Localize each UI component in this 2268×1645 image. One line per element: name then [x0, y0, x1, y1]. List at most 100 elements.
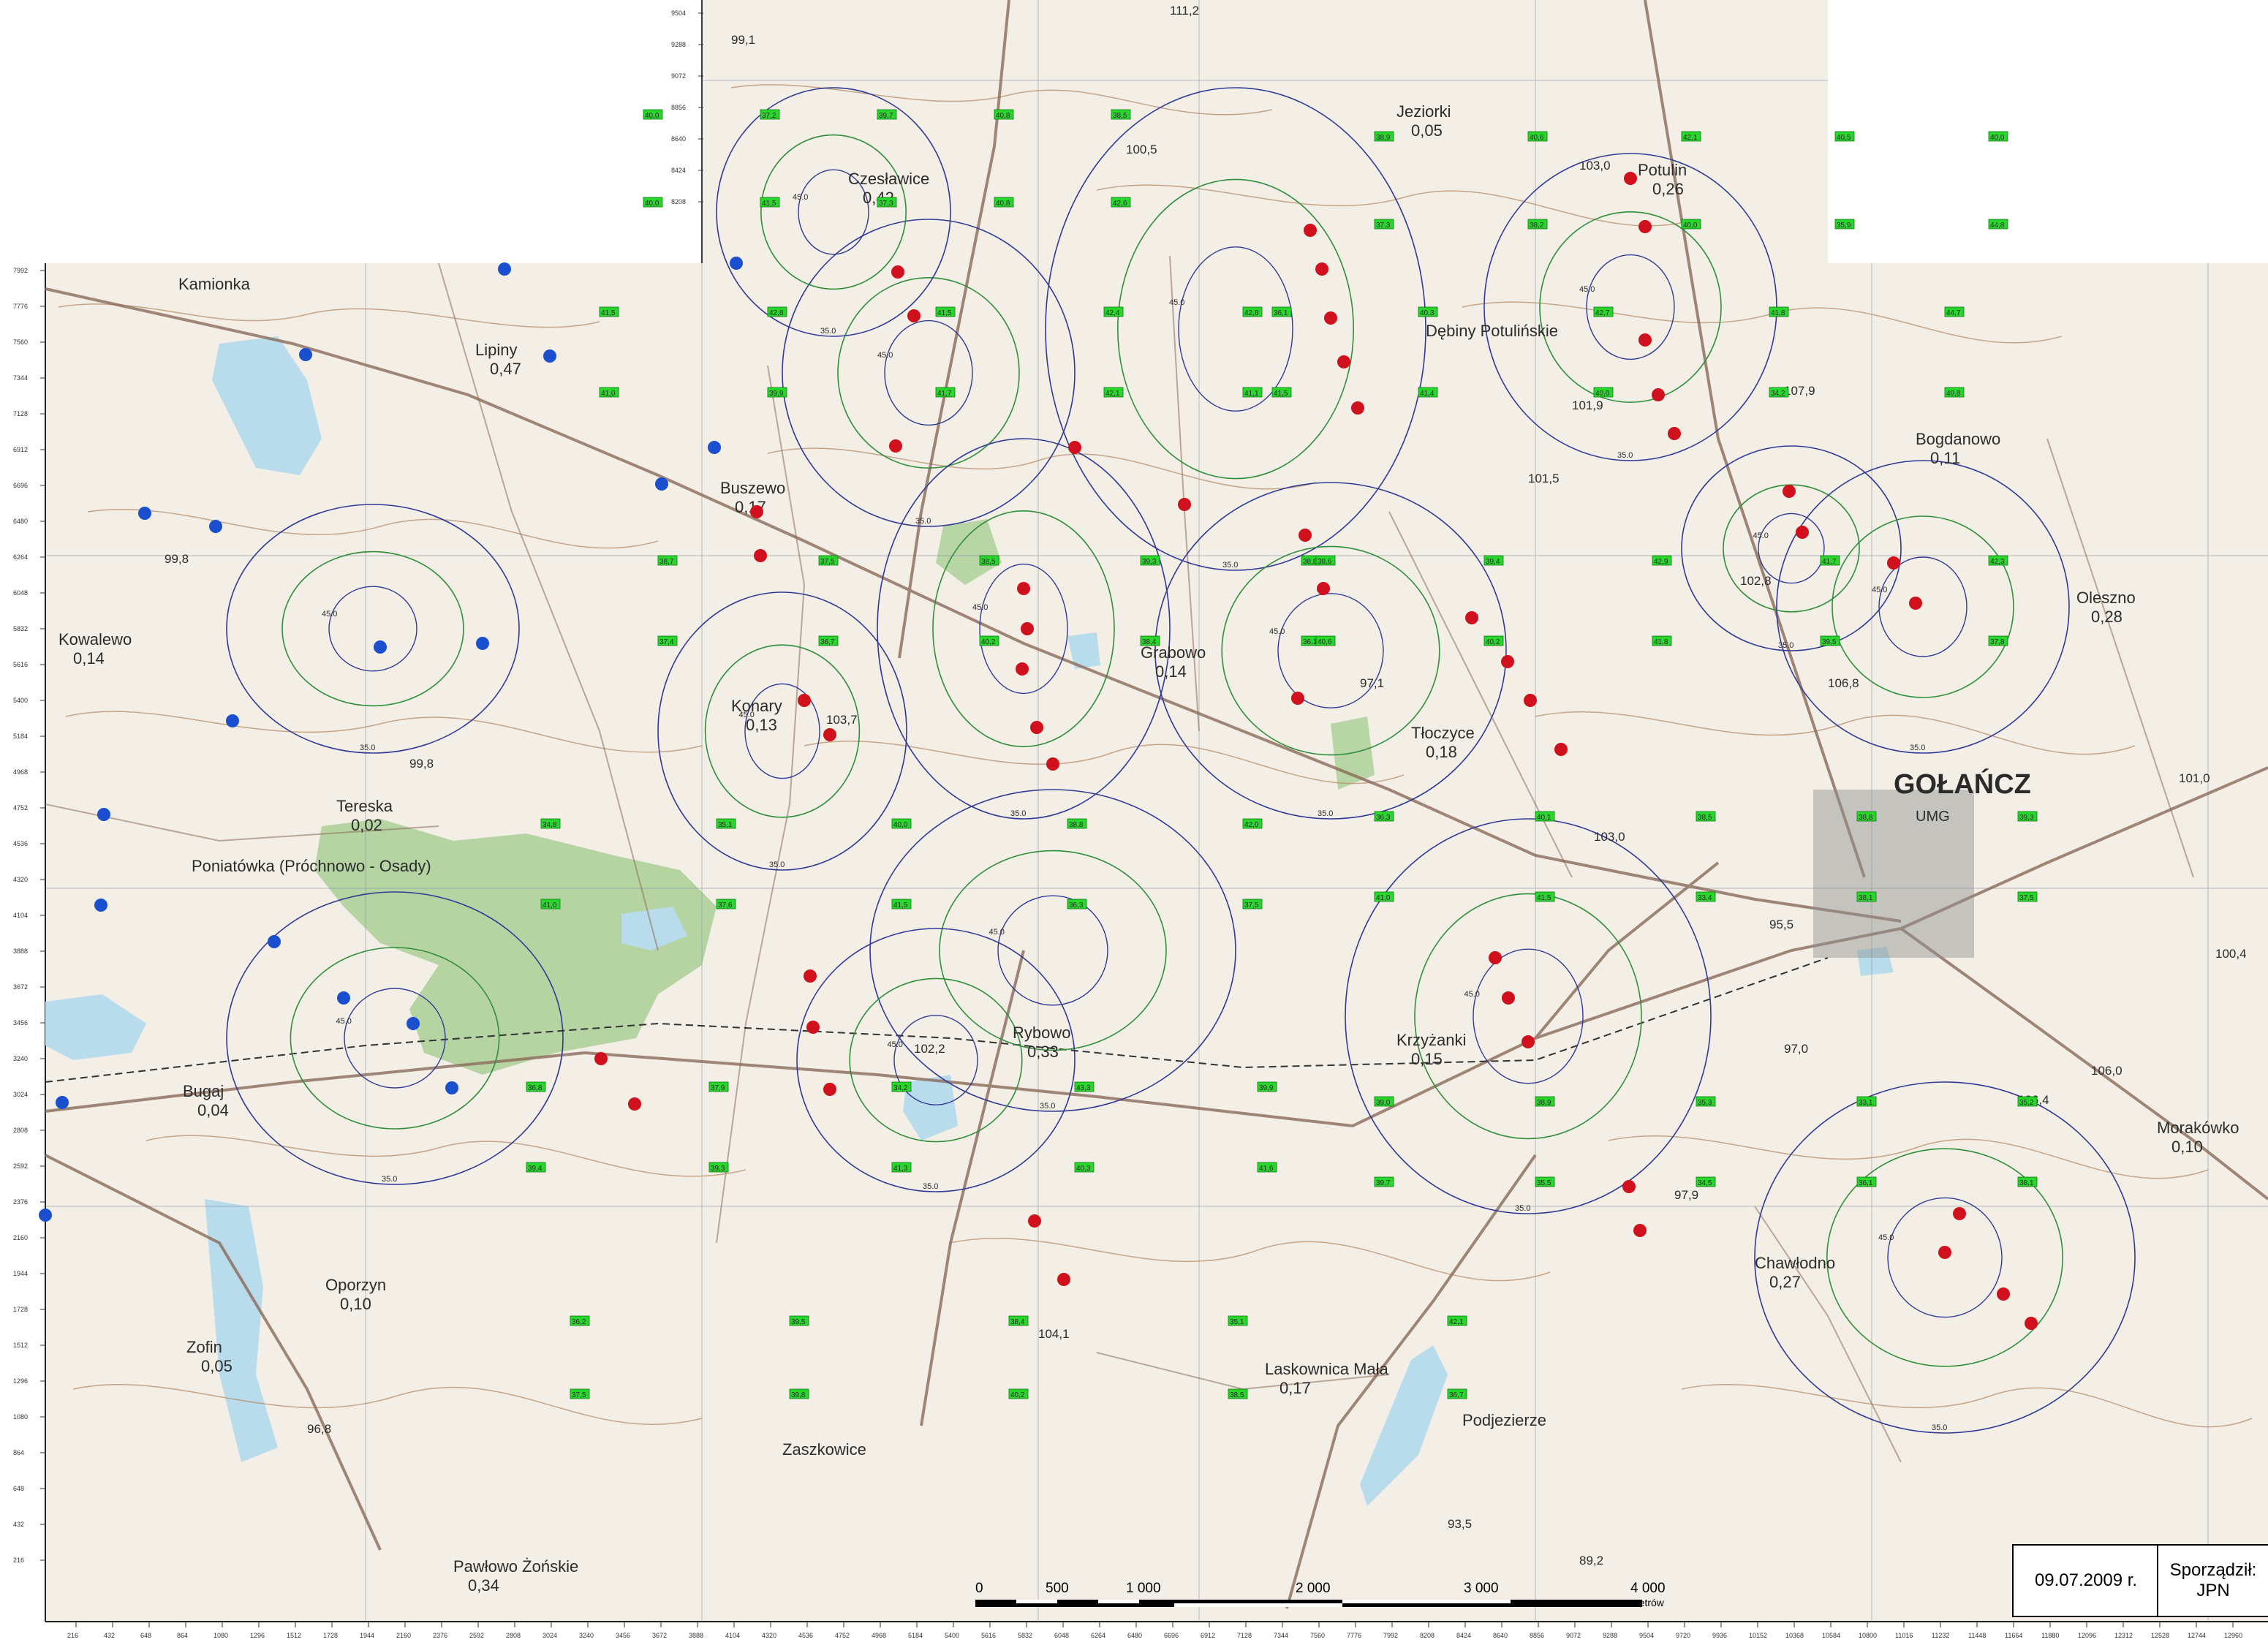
receptor-value: 40,8	[996, 200, 1010, 208]
place-value: 0,05	[201, 1357, 233, 1375]
turbine-existing-marker	[1016, 662, 1029, 676]
x-tick-label: 2592	[469, 1632, 484, 1639]
receptor-value: 39,3	[2019, 814, 2034, 822]
receptor-value: 35,2	[2019, 1099, 2034, 1107]
x-tick-label: 7776	[1347, 1632, 1361, 1639]
turbine-existing-marker	[1017, 582, 1030, 595]
turbine-existing-marker	[823, 1083, 836, 1096]
receptor-value: 38,8	[1303, 558, 1318, 566]
scale-label: 3 000	[1464, 1581, 1499, 1596]
place-name: Oporzyn	[325, 1276, 386, 1294]
turbine-existing-marker	[1997, 1287, 2010, 1301]
isoline-label: 45.0	[793, 193, 808, 202]
place-name: Potulin	[1638, 161, 1687, 179]
receptor-value: 37,6	[718, 901, 733, 910]
turbine-existing-marker	[628, 1097, 641, 1111]
receptor-value: 41,8	[1771, 309, 1785, 317]
receptor-value: 38,8	[1859, 814, 1873, 822]
turbine-existing-marker	[1021, 622, 1034, 635]
x-tick-label: 1080	[213, 1632, 228, 1639]
y-tick-label: 1944	[13, 1270, 28, 1277]
scale-label: 0	[975, 1581, 983, 1596]
turbine-planned-marker	[476, 637, 489, 650]
receptor-value: 41,7	[937, 390, 952, 398]
receptor-value: 35,1	[718, 821, 733, 829]
x-tick-label: 6048	[1054, 1632, 1069, 1639]
spot-height: 106,8	[1828, 676, 1859, 690]
place-value: 0,14	[1155, 662, 1187, 681]
x-tick-label: 1296	[250, 1632, 265, 1639]
turbine-existing-marker	[1624, 172, 1637, 185]
x-tick-label: 1512	[287, 1632, 301, 1639]
receptor-value: 33,4	[1698, 894, 1712, 902]
x-tick-label: 10800	[1859, 1632, 1877, 1639]
spot-height: 101,0	[2179, 771, 2210, 785]
receptor-value: 41,5	[762, 200, 776, 208]
receptor-value: 40,0	[1595, 390, 1610, 398]
isoline-label: 35.0	[915, 517, 931, 526]
receptor-value: 38,6	[1318, 558, 1332, 566]
isoline-label: 35.0	[1617, 451, 1633, 460]
receptor-value: 39,4	[528, 1165, 543, 1173]
place-name: Kowalewo	[58, 630, 132, 648]
spot-height: 97,1	[1360, 676, 1384, 690]
x-tick-label: 9936	[1712, 1632, 1727, 1639]
turbine-existing-marker	[889, 439, 902, 453]
isoline-label: 35.0	[1040, 1102, 1055, 1111]
isoline-label: 35.0	[820, 327, 836, 336]
x-tick-label: 7992	[1383, 1632, 1398, 1639]
y-tick-label: 648	[13, 1485, 24, 1492]
receptor-value: 38,1	[2019, 1179, 2034, 1187]
receptor-value: 43,3	[1076, 1084, 1091, 1092]
isoline-label: 35.0	[1932, 1423, 1947, 1432]
isoline-label: 45.0	[888, 1040, 903, 1049]
receptor-value: 40,3	[1076, 1165, 1091, 1173]
receptor-value: 38,5	[1698, 814, 1712, 822]
receptor-value: 40,0	[893, 821, 908, 829]
turbine-existing-marker	[2025, 1317, 2038, 1330]
y-tick-label: 7128	[13, 410, 28, 417]
receptor-value: 41,8	[1654, 638, 1668, 646]
receptor-value: 37,3	[1376, 222, 1391, 230]
receptor-value: 41,0	[601, 390, 616, 398]
place-value: 0,18	[1426, 743, 1457, 761]
place-value: 0,26	[1652, 180, 1684, 198]
place-name: Pawłowo Żońskie	[453, 1557, 578, 1576]
receptor-value: 39,3	[711, 1165, 725, 1173]
turbine-planned-marker	[445, 1081, 458, 1094]
turbine-existing-marker	[1465, 611, 1478, 624]
receptor-value: 38,5	[1230, 1391, 1244, 1399]
receptor-value: 36,3	[1376, 814, 1391, 822]
author-label: Sporządził:	[2169, 1560, 2257, 1580]
isoline-label: 35.0	[382, 1175, 397, 1184]
place-value: 0,27	[1769, 1273, 1801, 1291]
spot-height: 97,0	[1784, 1042, 1808, 1056]
receptor-value: 39,8	[791, 1391, 806, 1399]
turbine-existing-marker	[1028, 1214, 1041, 1228]
y-tick-label: 8856	[671, 104, 686, 111]
turbine-existing-marker	[907, 309, 921, 322]
x-tick-label: 6480	[1127, 1632, 1142, 1639]
receptor-value: 41,5	[601, 309, 616, 317]
receptor-value: 36,7	[1449, 1391, 1464, 1399]
place-name: Chawłodno	[1755, 1254, 1835, 1272]
receptor-value: 40,6	[1530, 134, 1544, 142]
receptor-value: 39,7	[879, 112, 893, 120]
turbine-existing-marker	[1887, 556, 1900, 570]
spot-height: 100,4	[2215, 947, 2247, 961]
receptor-value: 42,0	[1244, 821, 1259, 829]
receptor-value: 41,5	[1274, 390, 1288, 398]
turbine-planned-marker	[730, 257, 743, 270]
receptor-value: 37,5	[2019, 894, 2034, 902]
receptor-value: 41,0	[1376, 894, 1391, 902]
isoline-label: 45.0	[1269, 627, 1285, 636]
y-tick-label: 1296	[13, 1377, 28, 1385]
y-tick-label: 5400	[13, 697, 28, 704]
y-tick-label: 3456	[13, 1019, 28, 1026]
turbine-existing-marker	[1909, 597, 1922, 610]
x-tick-label: 9720	[1676, 1632, 1690, 1639]
receptor-value: 42,1	[1105, 390, 1120, 398]
receptor-value: 37,4	[659, 638, 674, 646]
turbine-existing-marker	[823, 728, 836, 741]
receptor-value: 40,5	[1837, 134, 1851, 142]
